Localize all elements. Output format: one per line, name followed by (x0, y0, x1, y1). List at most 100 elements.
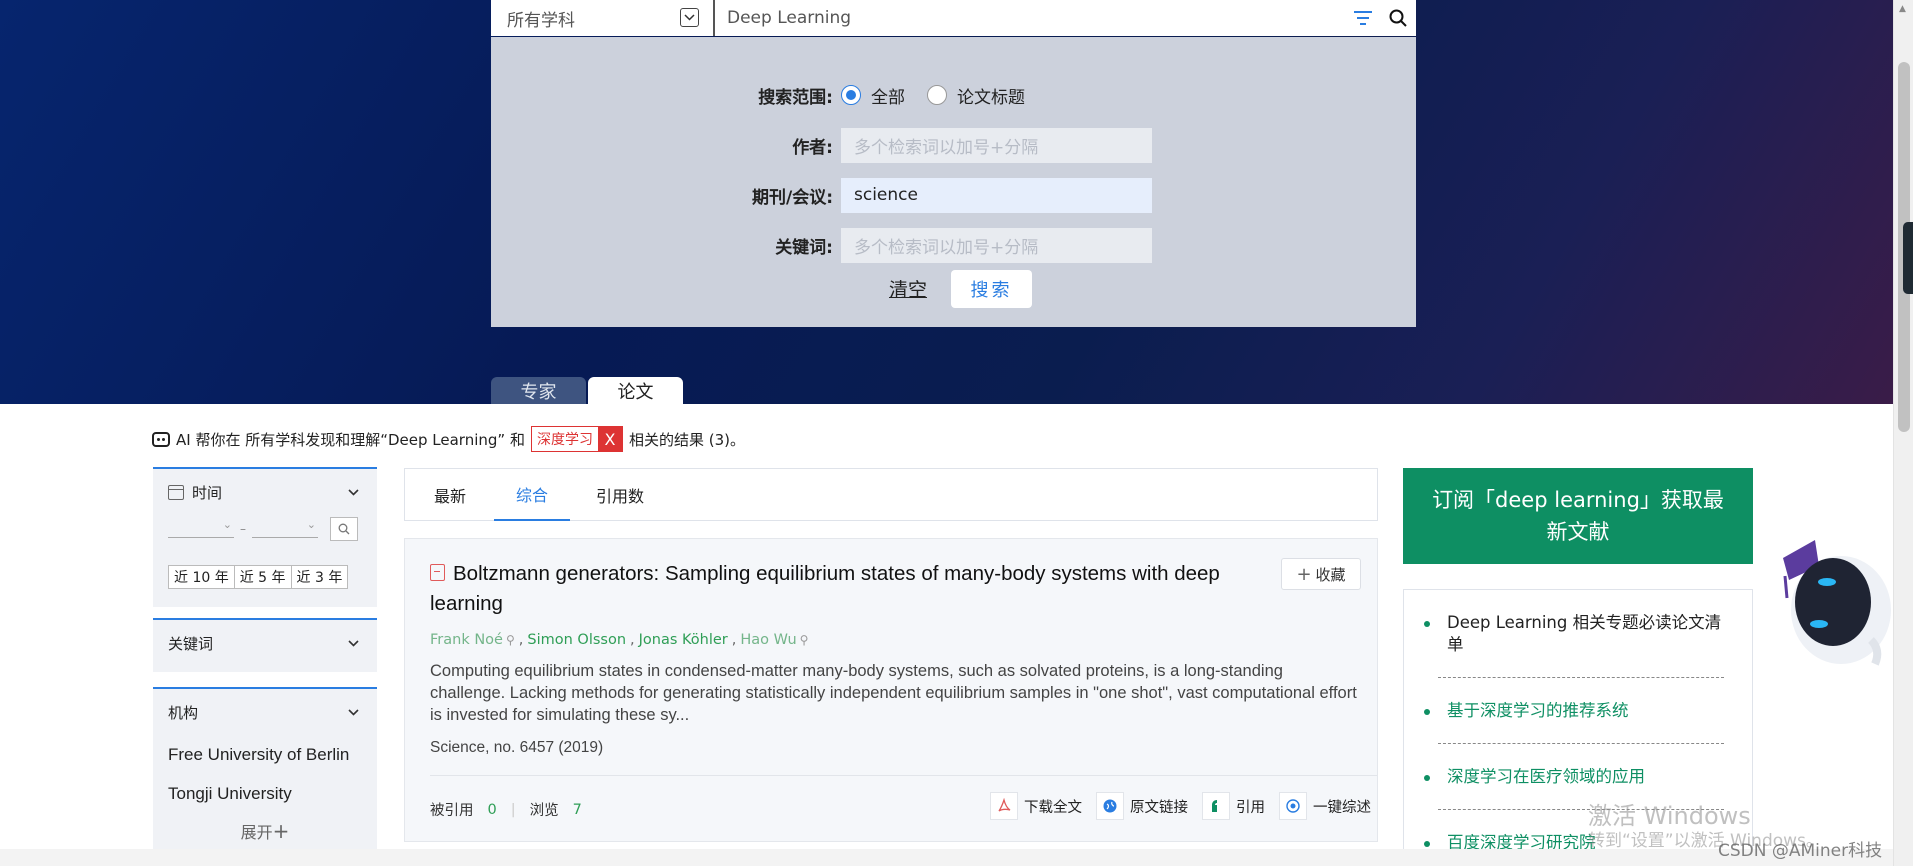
quick-year-10[interactable]: 近 10 年 (168, 565, 235, 589)
ai-line-suffix: 相关的结果 (3)。 (628, 430, 745, 449)
quick-year-3[interactable]: 近 3 年 (291, 565, 349, 589)
org-item[interactable]: Free University of Berlin (153, 735, 377, 774)
paper-title[interactable]: Boltzmann generators: Sampling equilibri… (430, 562, 1220, 615)
year-end-select[interactable] (252, 518, 318, 538)
ai-summary-line: AI 帮你在 所有学科发现和理解“Deep Learning” 和 深度学习 X… (152, 426, 745, 452)
facet-org-label: 机构 (168, 703, 199, 722)
keyword-tag: 深度学习 X (530, 426, 623, 452)
org-item[interactable]: Tongji University (153, 774, 377, 813)
facet-time: 时间 – 近 10 年 近 5 年 近 3 年 (153, 467, 377, 607)
paper-card: Boltzmann generators: Sampling equilibri… (404, 538, 1378, 842)
author-link[interactable]: Hao Wu ⚲ (740, 632, 808, 648)
tab-expert[interactable]: 专家 (491, 377, 586, 404)
chevron-down-icon (348, 705, 359, 720)
author-link[interactable]: Simon Olsson (527, 632, 626, 648)
sort-tabs: 最新 综合 引用数 (404, 468, 1378, 521)
sort-tab-citations[interactable]: 引用数 (574, 468, 666, 521)
pdf-icon[interactable] (430, 564, 445, 581)
sort-tab-newest[interactable]: 最新 (405, 468, 488, 521)
side-widget[interactable] (1903, 222, 1913, 294)
year-start-select[interactable] (168, 518, 234, 538)
close-icon[interactable]: X (597, 427, 622, 451)
author-list: Frank Noé ⚲, Simon Olsson, Jonas Köhler, … (430, 632, 809, 648)
search-icon[interactable] (1380, 9, 1416, 27)
topic-item[interactable]: Deep Learning 相关专题必读论文清单 (1424, 612, 1724, 656)
author-field[interactable]: 多个检索词以加号+分隔 (841, 127, 1152, 163)
author-label: 作者: (792, 137, 833, 158)
link-icon (1096, 792, 1124, 820)
author-row: 作者: 多个检索词以加号+分隔 (491, 127, 1416, 163)
summary-icon (1279, 792, 1307, 820)
scroll-up-arrow[interactable]: ▲ (1899, 4, 1906, 14)
paper-title-row: Boltzmann generators: Sampling equilibri… (430, 559, 1250, 619)
keyword-field[interactable]: 多个检索词以加号+分隔 (841, 227, 1152, 263)
scope-option-all[interactable]: 全部 (871, 83, 905, 108)
year-search-button[interactable] (330, 517, 358, 541)
chevron-down-icon (348, 636, 359, 651)
paper-stats: 被引用 0 | 浏览 7 (430, 799, 582, 820)
divider (1438, 743, 1724, 744)
topic-item[interactable]: 深度学习在医疗领域的应用 (1424, 766, 1724, 788)
views-count: 7 (572, 801, 582, 818)
collect-button[interactable]: + 收藏 (1281, 558, 1361, 590)
keyword-row: 关键词: 多个检索词以加号+分隔 (491, 227, 1416, 263)
clear-button[interactable]: 清空 (889, 275, 927, 302)
cited-label: 被引用 (430, 803, 474, 819)
quick-year-5[interactable]: 近 5 年 (234, 565, 292, 589)
venue-label: 期刊/会议: (751, 187, 833, 208)
subject-select-value: 所有学科 (507, 10, 575, 31)
divider (430, 775, 1377, 776)
facet-org-header[interactable]: 机构 (153, 689, 377, 735)
author-link[interactable]: Frank Noé ⚲ (430, 632, 515, 648)
quote-icon (1202, 792, 1230, 820)
facet-org: 机构 Free University of Berlin Tongji Univ… (153, 687, 377, 849)
search-icon (338, 523, 350, 535)
divider (1438, 677, 1724, 678)
facet-keywords-label: 关键词 (168, 634, 214, 653)
expand-button[interactable]: 展开+ (153, 813, 377, 851)
scope-label: 搜索范围: (758, 87, 833, 108)
scope-option-title[interactable]: 论文标题 (957, 83, 1025, 108)
chevron-down-icon (680, 8, 699, 27)
keyword-label: 关键词: (775, 237, 833, 258)
scope-radio-all[interactable] (841, 85, 861, 105)
subject-select[interactable]: 所有学科 (491, 0, 715, 36)
quick-years: 近 10 年 近 5 年 近 3 年 (153, 543, 377, 605)
robot-icon (152, 431, 170, 447)
topic-item[interactable]: 基于深度学习的推荐系统 (1424, 700, 1724, 722)
chevron-down-icon (348, 485, 359, 500)
source-link-button[interactable]: 原文链接 (1096, 792, 1188, 820)
download-button[interactable]: 下载全文 (990, 792, 1082, 820)
search-input[interactable]: Deep Learning (715, 8, 1346, 28)
tab-paper[interactable]: 论文 (588, 377, 683, 404)
views-label: 浏览 (529, 803, 559, 819)
scrollbar[interactable]: ▲ (1893, 0, 1913, 866)
plus-icon: + (272, 819, 290, 843)
sort-tab-relevance[interactable]: 综合 (494, 468, 571, 521)
year-dash: – (240, 522, 246, 536)
cite-button[interactable]: 引用 (1202, 792, 1265, 820)
paper-venue: Science, no. 6457 (2019) (430, 739, 604, 756)
scope-radio-title[interactable] (927, 85, 947, 105)
hero-banner: 所有学科 Deep Learning 搜索范围: 全部 论文标题 作者: 多个检… (0, 0, 1893, 404)
summary-button[interactable]: 一键综述 (1279, 792, 1371, 820)
search-icon: ⚲ (505, 633, 515, 647)
facet-keywords: 关键词 (153, 618, 377, 672)
search-bar: 所有学科 Deep Learning (491, 0, 1416, 36)
advanced-search-button[interactable]: 搜索 (951, 270, 1032, 308)
csdn-watermark: CSDN @AMiner科技 (1718, 841, 1883, 861)
venue-field[interactable]: science (841, 177, 1152, 213)
assistant-mascot[interactable] (1775, 536, 1893, 666)
collect-label: 收藏 (1315, 565, 1346, 584)
advanced-search-panel: 搜索范围: 全部 论文标题 作者: 多个检索词以加号+分隔 期刊/会议: sci… (491, 37, 1416, 327)
cited-count: 0 (487, 801, 497, 818)
year-range: – (153, 515, 377, 543)
facet-time-header[interactable]: 时间 (153, 469, 377, 515)
paper-abstract: Computing equilibrium states in condense… (430, 662, 1357, 724)
paper-actions: 下载全文 原文链接 引用 一键综述 (990, 792, 1371, 820)
filter-icon[interactable] (1346, 11, 1380, 25)
author-link[interactable]: Jonas Köhler (639, 632, 728, 648)
facet-keywords-header[interactable]: 关键词 (153, 620, 377, 666)
subscribe-banner[interactable]: 订阅「deep learning」获取最新文献 (1403, 468, 1753, 564)
bottom-strip (0, 849, 1893, 866)
